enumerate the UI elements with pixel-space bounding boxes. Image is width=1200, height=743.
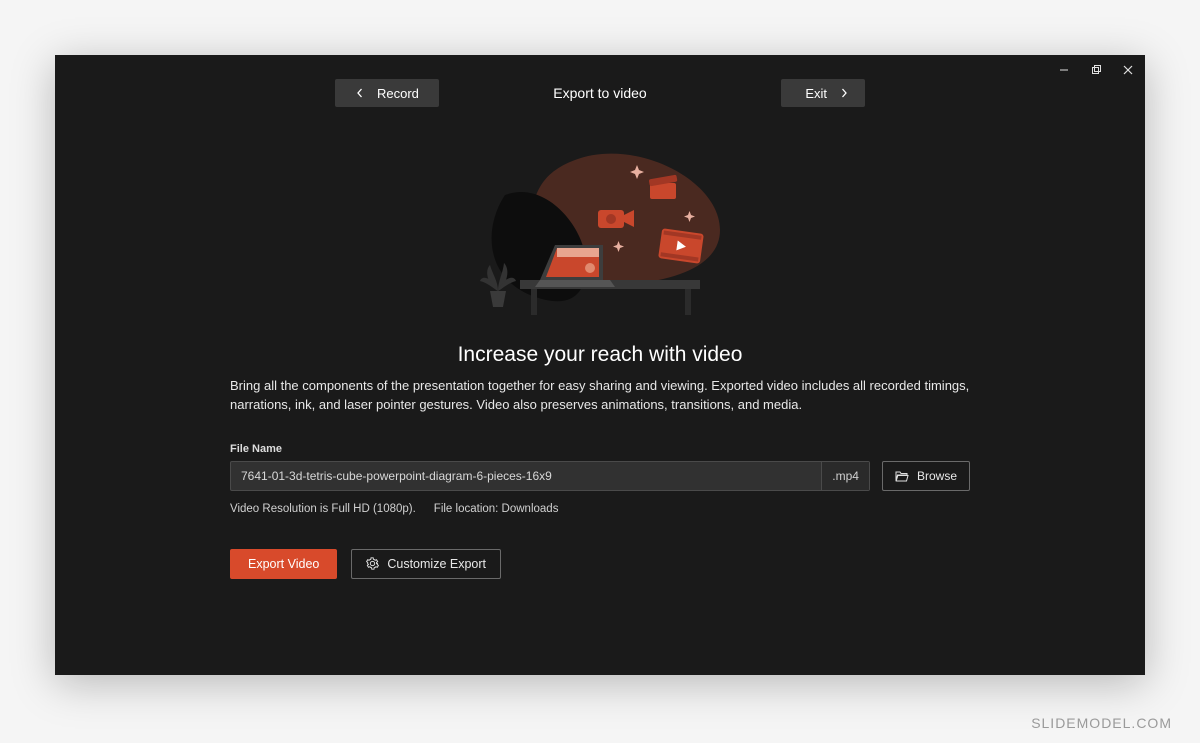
file-row: .mp4 Browse [230, 461, 970, 491]
chevron-left-icon [355, 88, 365, 98]
location-info: File location: Downloads [434, 503, 559, 515]
maximize-button[interactable] [1089, 63, 1103, 77]
action-row: Export Video Customize Export [230, 549, 970, 579]
hero-subtitle: Bring all the components of the presenta… [230, 377, 970, 415]
exit-label: Exit [805, 86, 827, 101]
export-video-button[interactable]: Export Video [230, 549, 337, 579]
filename-input[interactable] [231, 462, 821, 490]
chevron-right-icon [839, 88, 849, 98]
customize-label: Customize Export [387, 557, 486, 571]
customize-export-button[interactable]: Customize Export [351, 549, 501, 579]
file-extension: .mp4 [821, 462, 869, 490]
resolution-info: Video Resolution is Full HD (1080p). [230, 503, 416, 515]
record-button[interactable]: Record [335, 79, 439, 107]
record-label: Record [377, 86, 419, 101]
filename-input-wrap: .mp4 [230, 461, 870, 491]
hero-illustration [55, 145, 1145, 335]
window-controls [1057, 63, 1135, 77]
page-title: Export to video [55, 85, 1145, 101]
topbar: Record Export to video Exit [55, 55, 1145, 107]
content-area: Increase your reach with video Bring all… [55, 335, 1145, 579]
watermark: SLIDEMODEL.COM [1031, 715, 1172, 731]
exit-button[interactable]: Exit [781, 79, 865, 107]
gear-icon [366, 557, 379, 570]
browse-button[interactable]: Browse [882, 461, 970, 491]
minimize-button[interactable] [1057, 63, 1071, 77]
close-button[interactable] [1121, 63, 1135, 77]
browse-label: Browse [917, 469, 957, 483]
meta-row: Video Resolution is Full HD (1080p). Fil… [230, 503, 970, 515]
filename-label: File Name [230, 443, 970, 455]
export-to-video-window: Record Export to video Exit [55, 55, 1145, 675]
hero-title: Increase your reach with video [230, 343, 970, 367]
folder-open-icon [895, 470, 909, 482]
